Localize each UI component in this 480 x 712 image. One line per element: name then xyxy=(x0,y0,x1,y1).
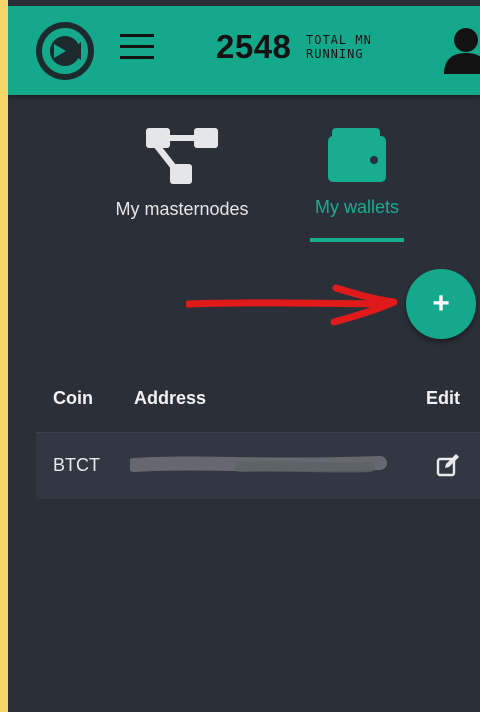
top-bar: 2548 TOTAL MN RUNNING xyxy=(8,6,480,95)
tab-my-wallets[interactable]: My wallets xyxy=(302,128,412,218)
hamburger-icon[interactable] xyxy=(120,32,154,62)
mn-label-line-2: RUNNING xyxy=(306,47,364,61)
wallet-icon xyxy=(328,128,386,182)
column-header-edit: Edit xyxy=(426,388,460,408)
column-header-coin: Coin xyxy=(53,388,93,408)
redacted-address xyxy=(130,456,387,473)
masternode-count: 2548 xyxy=(216,28,292,65)
table-row[interactable]: BTCT xyxy=(36,432,480,499)
add-wallet-button[interactable]: + xyxy=(406,269,476,339)
row-coin: BTCT xyxy=(53,455,100,475)
tab-my-wallets-label: My wallets xyxy=(314,197,399,217)
tab-my-masternodes[interactable]: My masternodes xyxy=(108,128,256,220)
app-logo-icon[interactable] xyxy=(36,22,94,80)
masternode-count-label: TOTAL MN RUNNING xyxy=(306,33,372,61)
user-icon[interactable] xyxy=(440,26,480,74)
edit-icon[interactable] xyxy=(436,453,460,477)
red-arrow-annotation xyxy=(186,284,398,326)
column-header-address: Address xyxy=(134,388,207,408)
active-tab-indicator xyxy=(310,238,404,242)
nodes-icon xyxy=(146,128,218,184)
app-frame: 2548 TOTAL MN RUNNING My masternodes My … xyxy=(8,0,480,712)
mn-label-line-1: TOTAL MN xyxy=(306,33,372,47)
tab-my-masternodes-label: My masternodes xyxy=(115,199,249,219)
